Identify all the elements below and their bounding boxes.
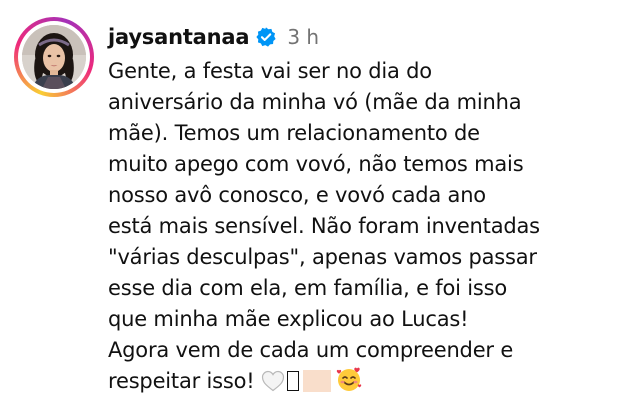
avatar-photo-icon <box>22 25 86 89</box>
comment-text-line: "várias desculpas", apenas vamos passar <box>108 245 537 269</box>
skin-tone-swatch <box>302 370 331 392</box>
comment-text-line: aniversário da minha vó (mãe da minha <box>108 90 522 114</box>
comment-text-line: esse dia com ela, em família, e foi isso <box>108 276 508 300</box>
comment-text-last-line: respeitar isso! <box>108 366 608 397</box>
comment-text-line: respeitar isso! <box>108 369 255 393</box>
comment-text-line: que minha mãe explicou ao Lucas! <box>108 307 469 331</box>
unsupported-glyph-box <box>286 371 299 391</box>
comment-text-line: Agora vem de cada um compreender e <box>108 338 514 362</box>
comment-text-line: nosso avô conosco, e vovó cada ano <box>108 183 486 207</box>
comment-text-line: mãe). Temos um relacionamento de <box>108 121 480 145</box>
comment-text-line: está mais sensível. Não foram inventadas <box>108 214 540 238</box>
comment-text: Gente, a festa vai ser no dia do anivers… <box>108 56 608 397</box>
avatar[interactable] <box>22 25 86 89</box>
comment-timestamp: 3 h <box>287 25 320 49</box>
avatar-story-ring[interactable] <box>14 17 94 97</box>
username-link[interactable]: jaysantanaa <box>108 25 250 49</box>
comment-header: jaysantanaa 3 h <box>108 22 319 52</box>
smiling-face-with-hearts-emoji <box>335 366 363 392</box>
comment-text-line: Gente, a festa vai ser no dia do <box>108 59 432 83</box>
white-heart-emoji <box>261 370 285 392</box>
comment: jaysantanaa 3 h Gente, a festa vai ser n… <box>0 0 617 401</box>
avatar-ring-gap <box>18 21 90 93</box>
verified-badge-icon <box>255 26 277 48</box>
comment-text-line: muito apego com vovó, não temos mais <box>108 152 524 176</box>
